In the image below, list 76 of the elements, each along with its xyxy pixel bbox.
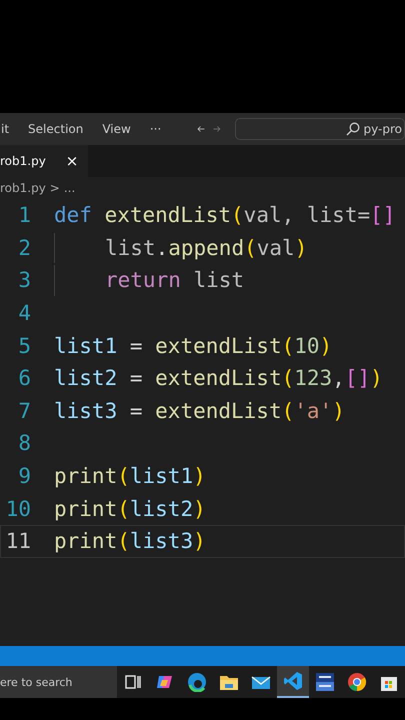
code-punctuation: ) <box>370 366 383 390</box>
close-button[interactable]: × <box>66 152 78 170</box>
line-number: 1 <box>17 203 31 228</box>
line-number: 9 <box>17 464 31 488</box>
code-identifier: list3 <box>130 529 194 554</box>
code-text: = <box>128 398 144 423</box>
code-punctuation: ) <box>193 464 206 488</box>
code-identifier: list <box>192 268 244 292</box>
code-identifier: val, list= <box>244 203 370 228</box>
code-text: . <box>156 236 168 260</box>
code-punctuation: ( <box>282 398 294 423</box>
code-keyword: return <box>105 268 181 292</box>
line-number: 4 <box>17 301 31 326</box>
folder-icon[interactable] <box>219 673 239 691</box>
code-punctuation: ( <box>244 236 257 260</box>
line-number: 5 <box>17 334 31 358</box>
code-identifier: list2 <box>130 496 194 521</box>
code-function: extendList <box>155 334 282 358</box>
code-text: = <box>128 334 144 358</box>
code-identifier: list1 <box>130 464 194 488</box>
code-number: 123 <box>294 366 332 390</box>
code-function: append <box>168 236 244 260</box>
line-number: 6 <box>17 366 31 390</box>
code-punctuation: ( <box>231 203 244 228</box>
breadcrumb-item[interactable]: rob1.py <box>0 181 46 195</box>
menu-item[interactable]: Selection <box>17 122 92 136</box>
edge-icon[interactable] <box>187 672 207 692</box>
line-number: 2 <box>17 236 31 260</box>
breadcrumb-separator: > <box>50 181 60 195</box>
code-string: 'a' <box>294 398 332 423</box>
line-number: 11 <box>4 529 31 554</box>
mail-icon[interactable] <box>251 674 271 690</box>
code-punctuation: ( <box>117 529 130 554</box>
task-view-icon[interactable] <box>124 673 142 691</box>
code-punctuation: ( <box>282 366 294 390</box>
search-field[interactable]: py-pro <box>234 118 405 140</box>
code-function: extendList <box>155 366 282 390</box>
code-punctuation: ( <box>282 334 294 358</box>
code-punctuation: ( <box>117 464 130 488</box>
code-function: print <box>54 464 118 488</box>
code-keyword: def <box>54 203 93 228</box>
code-punctuation: ) <box>320 334 332 358</box>
search-icon <box>346 122 360 136</box>
code-text: = <box>128 366 144 390</box>
code-function: print <box>54 496 118 521</box>
app-icon[interactable] <box>315 672 335 692</box>
code-punctuation: [] <box>370 203 396 228</box>
line-number: 3 <box>17 268 31 292</box>
code-function: extendList <box>155 398 282 423</box>
code-punctuation: ( <box>117 496 130 521</box>
code-punctuation: [] <box>344 366 370 390</box>
menu-item[interactable]: it <box>0 122 18 136</box>
code-punctuation: ) <box>332 398 345 423</box>
line-number: 7 <box>17 398 31 423</box>
code-text: , <box>332 366 345 390</box>
tab-label: rob1.py <box>0 154 46 168</box>
code-identifier: list2 <box>54 366 118 390</box>
code-punctuation: ) <box>193 496 206 521</box>
menu-item[interactable]: ··· <box>138 122 170 136</box>
code-punctuation: ) <box>193 529 206 554</box>
code-editor-icon[interactable] <box>283 671 303 691</box>
breadcrumb-item[interactable]: ... <box>64 181 76 195</box>
line-number: 10 <box>4 496 31 521</box>
menu-item[interactable]: View <box>91 122 139 136</box>
code-number: 10 <box>294 334 320 358</box>
code-identifier: list1 <box>54 334 118 358</box>
code-punctuation: ) <box>294 236 308 260</box>
code-identifier: list <box>105 236 156 260</box>
search-field[interactable]: ere to search <box>0 666 117 698</box>
code-identifier: val <box>256 236 295 260</box>
code-function: print <box>54 529 118 554</box>
code-identifier: list3 <box>54 398 118 423</box>
line-number: 8 <box>17 431 31 456</box>
editor-tab[interactable]: rob1.py × <box>0 145 88 177</box>
browser-icon[interactable] <box>347 672 367 692</box>
code-function: extendList <box>104 203 232 228</box>
